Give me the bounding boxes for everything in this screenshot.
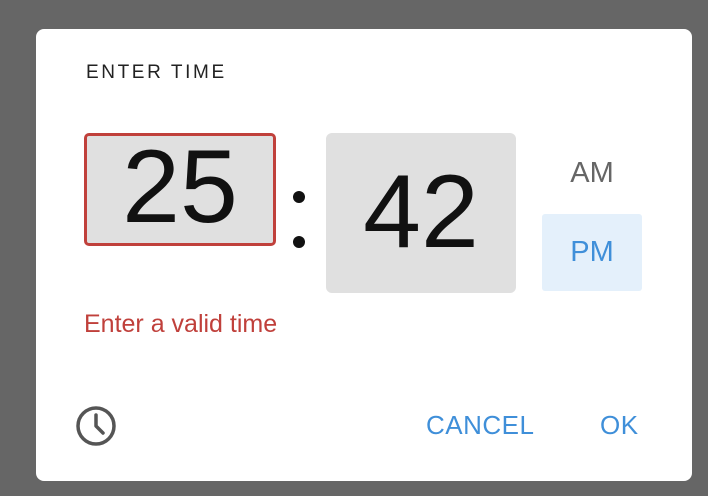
error-message: Enter a valid time	[84, 310, 278, 338]
cancel-button[interactable]: CANCEL	[426, 405, 534, 445]
time-separator	[286, 179, 312, 259]
clock-icon[interactable]	[75, 405, 117, 447]
minute-value: 42	[363, 154, 479, 270]
dialog-title: ENTER TIME	[86, 62, 227, 83]
time-picker-dialog: ENTER TIME 25 42 AM PM Enter a valid tim…	[36, 29, 692, 481]
ok-button[interactable]: OK	[600, 405, 639, 445]
hour-input[interactable]: 25	[84, 133, 276, 246]
hour-value: 25	[122, 133, 238, 245]
am-button[interactable]: AM	[542, 133, 642, 213]
period-toggle: AM PM	[542, 133, 642, 291]
pm-button[interactable]: PM	[542, 214, 642, 291]
minute-input[interactable]: 42	[326, 133, 516, 293]
